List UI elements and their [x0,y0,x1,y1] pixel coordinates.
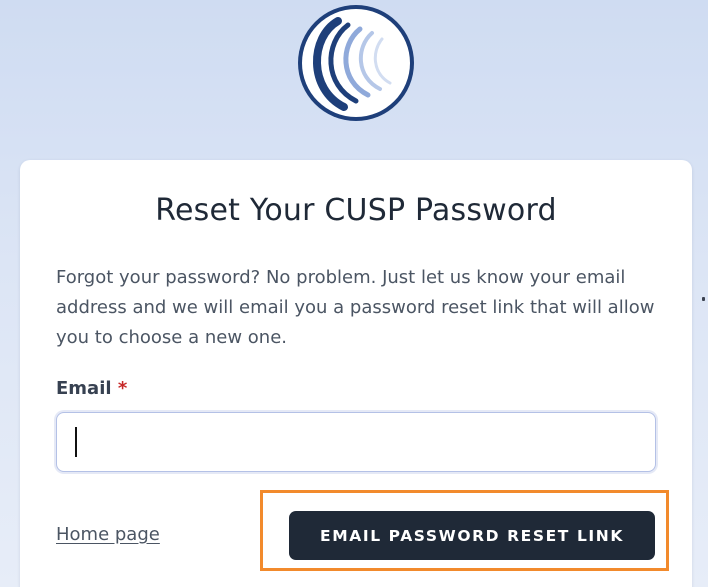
email-field[interactable] [56,412,656,472]
home-page-link[interactable]: Home page [56,524,160,545]
text-cursor [75,427,77,457]
email-label-text: Email [56,378,112,399]
email-label: Email * [56,378,127,399]
required-marker: * [117,378,128,399]
reset-description: Forgot your password? No problem. Just l… [56,267,655,348]
email-password-reset-link-button[interactable]: EMAIL PASSWORD RESET LINK [289,511,655,560]
cusp-logo-icon [298,5,414,121]
edge-marker [702,297,705,301]
page-title: Reset Your CUSP Password [155,193,557,228]
reset-password-card: Reset Your CUSP Password Forgot your pas… [20,160,692,587]
